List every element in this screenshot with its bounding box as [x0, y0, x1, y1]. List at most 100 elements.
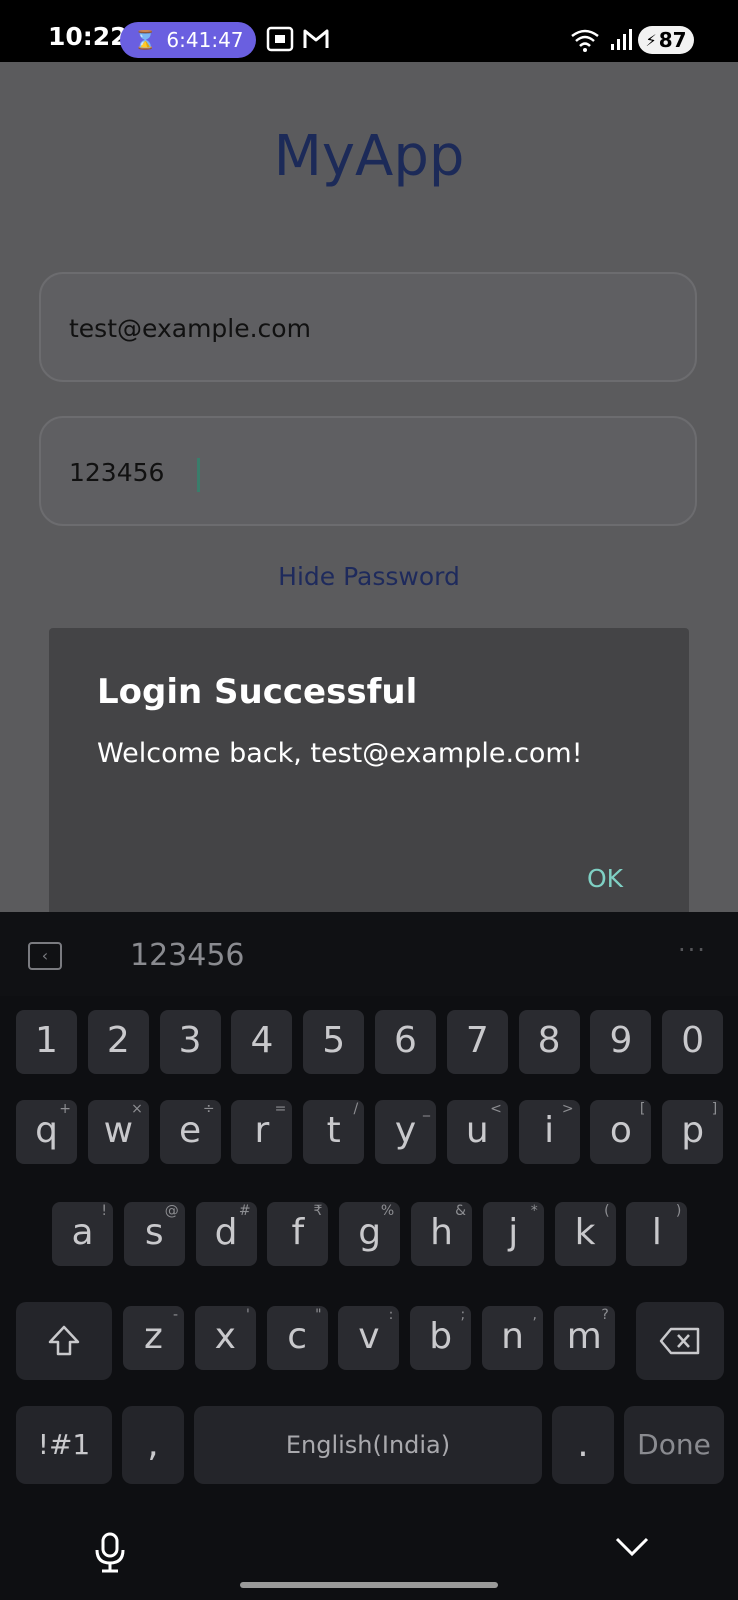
dialog-title: Login Successful [97, 672, 418, 712]
timer-pill[interactable]: ⌛ 6:41:47 [120, 22, 256, 58]
symbols-key[interactable]: !#1 [16, 1406, 112, 1484]
key-9[interactable]: 9 [590, 1010, 652, 1074]
key-p-alt-label: ] [711, 1101, 718, 1117]
key-u-label: u [465, 1110, 489, 1151]
key-z-alt-label: - [172, 1307, 178, 1323]
key-x-alt-label: ' [245, 1307, 250, 1323]
key-l-label: l [651, 1212, 662, 1253]
key-0-label: 0 [681, 1020, 705, 1061]
key-y-label: y [394, 1110, 417, 1151]
key-v-alt-label: : [388, 1307, 394, 1323]
charging-icon: ⚡ [645, 30, 657, 50]
hourglass-icon: ⌛ [134, 29, 157, 51]
email-field[interactable]: test@example.com [39, 272, 697, 382]
key-o-label: o [609, 1110, 632, 1151]
home-indicator[interactable] [240, 1582, 498, 1588]
key-z[interactable]: z- [123, 1306, 184, 1370]
key-w[interactable]: w × [87, 1100, 149, 1164]
key-2[interactable]: 2 [87, 1010, 149, 1074]
key-n-alt-label: , [532, 1307, 537, 1323]
key-n[interactable]: n, [482, 1306, 543, 1370]
key-7[interactable]: 7 [446, 1010, 508, 1074]
key-f-alt-label: ₹ [313, 1203, 323, 1219]
shift-key[interactable] [16, 1302, 112, 1380]
key-p-label: p [681, 1110, 705, 1151]
password-field[interactable]: 123456 [39, 416, 697, 526]
key-b[interactable]: b; [410, 1306, 472, 1370]
backspace-key[interactable] [636, 1302, 724, 1380]
hide-keyboard-icon[interactable] [614, 1536, 650, 1558]
key-x[interactable]: x ' [194, 1306, 256, 1370]
ok-button[interactable]: OK [587, 864, 623, 893]
key-k[interactable]: k( [554, 1202, 616, 1266]
key-o[interactable]: o[ [590, 1100, 652, 1164]
space-key-label: English(India) [285, 1431, 451, 1459]
done-key[interactable]: Done [624, 1406, 724, 1484]
key-f-label: f [291, 1212, 305, 1253]
screenshot-icon [266, 26, 294, 52]
key-l-alt-label: ) [675, 1203, 682, 1219]
key-v[interactable]: v: [338, 1306, 400, 1370]
key-1[interactable]: 1 [16, 1010, 77, 1074]
space-key[interactable]: English(India) [194, 1406, 542, 1484]
symbols-key-label: !#1 [37, 1428, 91, 1461]
key-5-label: 5 [322, 1020, 346, 1061]
more-options-icon[interactable]: ··· [678, 936, 707, 964]
key-0[interactable]: 0 [662, 1010, 724, 1074]
shift-icon [48, 1325, 80, 1356]
key-b-alt-label: ; [460, 1307, 466, 1323]
key-t[interactable]: t / [303, 1100, 365, 1164]
period-key[interactable]: . [552, 1406, 614, 1484]
key-c[interactable]: c " [266, 1306, 328, 1370]
key-q-alt-label: + [59, 1101, 71, 1117]
microphone-icon[interactable] [94, 1532, 126, 1574]
key-g[interactable]: g% [339, 1202, 401, 1266]
dialog-message: Welcome back, test@example.com! [97, 738, 583, 769]
key-g-label: g [358, 1212, 382, 1253]
key-q[interactable]: q + [16, 1100, 77, 1164]
key-z-label: z [144, 1316, 163, 1357]
comma-key[interactable]: , [122, 1406, 184, 1484]
login-success-dialog: Login Successful Welcome back, test@exam… [49, 628, 689, 940]
key-i-label: i [544, 1110, 555, 1151]
key-8[interactable]: 8 [518, 1010, 580, 1074]
key-t-alt-label: / [353, 1101, 359, 1117]
key-3[interactable]: 3 [159, 1010, 221, 1074]
key-u[interactable]: u < [446, 1100, 508, 1164]
key-d[interactable]: d # [195, 1202, 257, 1266]
key-5[interactable]: 5 [303, 1010, 365, 1074]
key-p[interactable]: p] [662, 1100, 724, 1164]
key-s[interactable]: s @ [123, 1202, 185, 1266]
key-i[interactable]: i > [518, 1100, 580, 1164]
key-w-label: w [103, 1110, 134, 1151]
key-r[interactable]: r = [231, 1100, 293, 1164]
key-y[interactable]: y _ [375, 1100, 436, 1164]
suggestion-text[interactable]: 123456 [130, 938, 245, 973]
key-a[interactable]: a! [52, 1202, 113, 1266]
key-2-label: 2 [106, 1020, 130, 1061]
key-m[interactable]: m? [553, 1306, 615, 1370]
collapse-toolbar-icon[interactable]: ‹ [28, 942, 62, 970]
hide-password-link[interactable]: Hide Password [0, 562, 738, 591]
timer-text: 6:41:47 [166, 28, 244, 52]
key-s-alt-label: @ [164, 1203, 179, 1219]
key-e-alt-label: ÷ [202, 1101, 215, 1117]
system-icons: ⚡ 87 [570, 26, 694, 54]
key-w-alt-label: × [131, 1101, 143, 1117]
key-h[interactable]: h & [411, 1202, 472, 1266]
key-3-label: 3 [178, 1020, 202, 1061]
suggestion-bar [0, 912, 738, 996]
key-6[interactable]: 6 [375, 1010, 436, 1074]
signal-icon [611, 29, 632, 50]
key-a-label: a [71, 1212, 94, 1253]
password-value: 123456 [69, 458, 165, 487]
key-j[interactable]: j * [482, 1202, 544, 1266]
key-m-label: m [566, 1316, 602, 1357]
key-v-label: v [358, 1316, 380, 1357]
key-e[interactable]: e ÷ [159, 1100, 221, 1164]
key-4[interactable]: 4 [231, 1010, 293, 1074]
key-l[interactable]: l) [626, 1202, 688, 1266]
key-f[interactable]: f ₹ [267, 1202, 329, 1266]
key-r-alt-label: = [274, 1101, 287, 1117]
key-n-label: n [501, 1316, 524, 1357]
